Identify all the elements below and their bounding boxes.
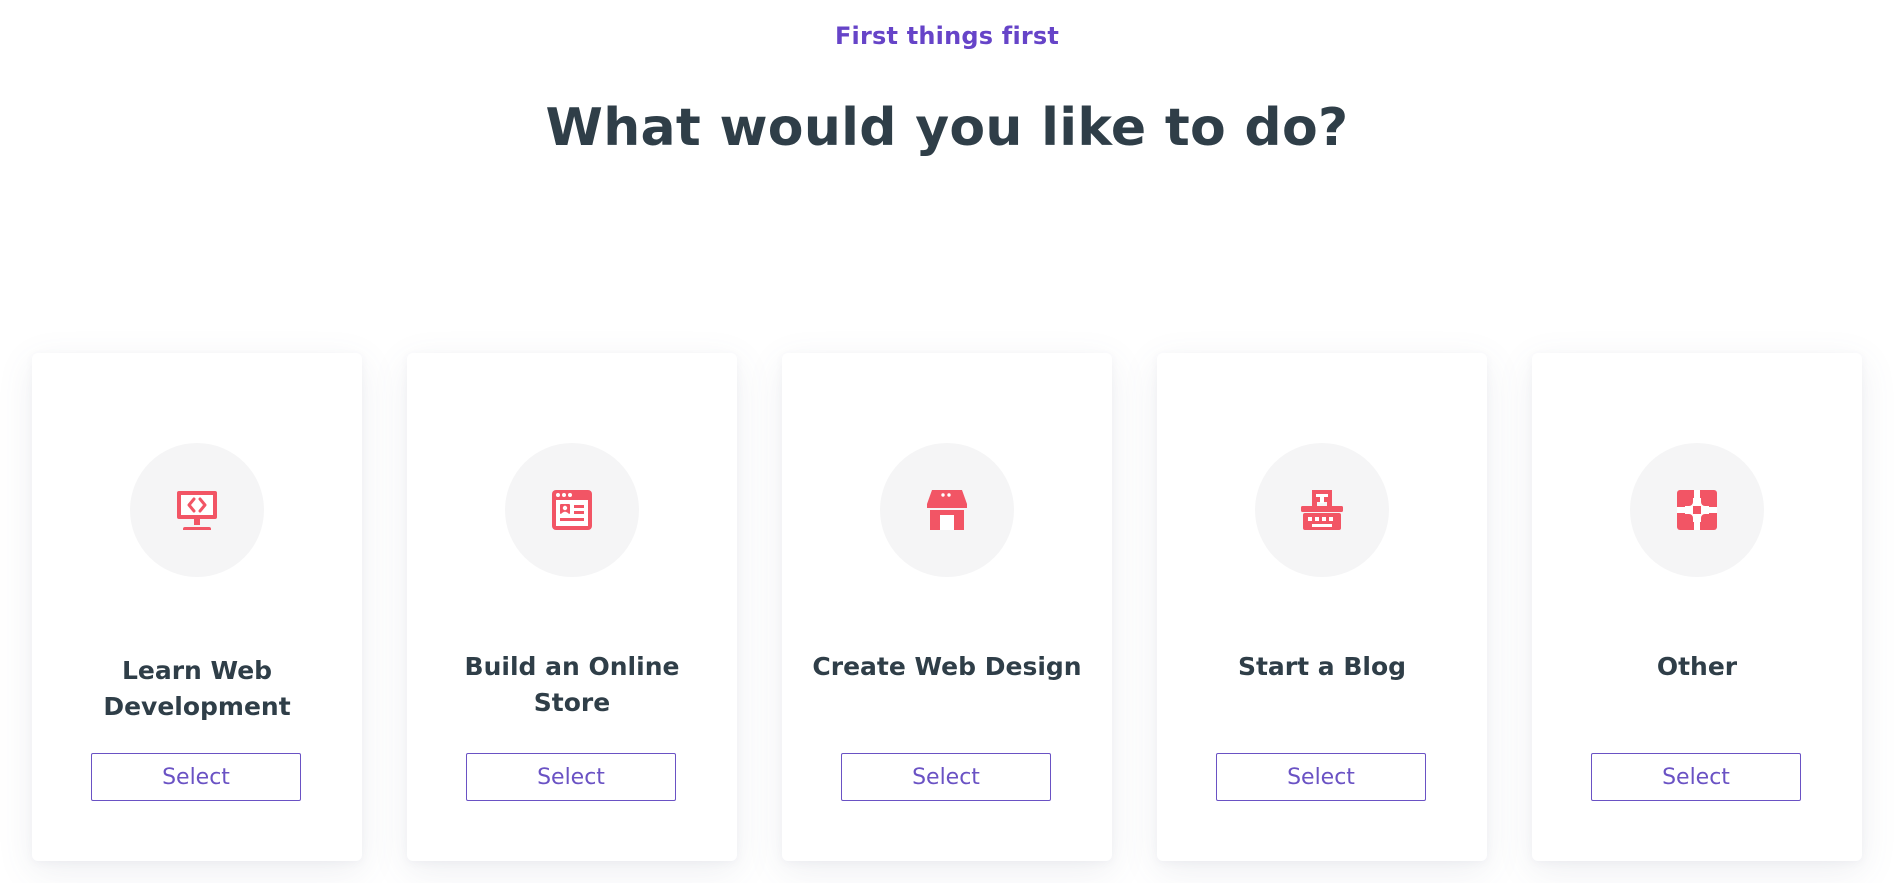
select-button[interactable]: Select (1216, 753, 1426, 801)
option-title: Create Web Design (812, 652, 1082, 681)
select-button[interactable]: Select (1591, 753, 1801, 801)
icon-circle (1630, 443, 1764, 577)
icon-circle (130, 443, 264, 577)
eyebrow-text: First things first (834, 22, 1060, 50)
option-card-learn-web-development[interactable]: Learn Web Development Select (32, 353, 362, 861)
onboarding-page: First things first What would you like t… (0, 0, 1894, 883)
page-title: What would you like to do? (545, 98, 1349, 158)
icon-circle (505, 443, 639, 577)
option-card-build-online-store[interactable]: Build an Online Store Select (407, 353, 737, 861)
select-button[interactable]: Select (466, 753, 676, 801)
monitor-code-icon (177, 491, 217, 530)
option-title: Learn Web Development (103, 656, 291, 721)
option-card-create-web-design[interactable]: Create Web Design Select (782, 353, 1112, 861)
browser-window-icon (552, 490, 592, 530)
select-button[interactable]: Select (841, 753, 1051, 801)
option-title: Other (1656, 652, 1738, 681)
select-button[interactable]: Select (91, 753, 301, 801)
icon-circle (1255, 443, 1389, 577)
puzzle-piece-icon (1677, 490, 1717, 530)
typewriter-icon (1301, 490, 1343, 530)
option-title: Start a Blog (1237, 652, 1407, 681)
storefront-icon (927, 490, 967, 530)
options-grid: Learn Web Development Select Build an On… (32, 353, 1862, 863)
option-card-other[interactable]: Other Select (1532, 353, 1862, 861)
option-card-start-a-blog[interactable]: Start a Blog Select (1157, 353, 1487, 861)
option-title: Build an Online Store (464, 652, 680, 717)
icon-circle (880, 443, 1014, 577)
